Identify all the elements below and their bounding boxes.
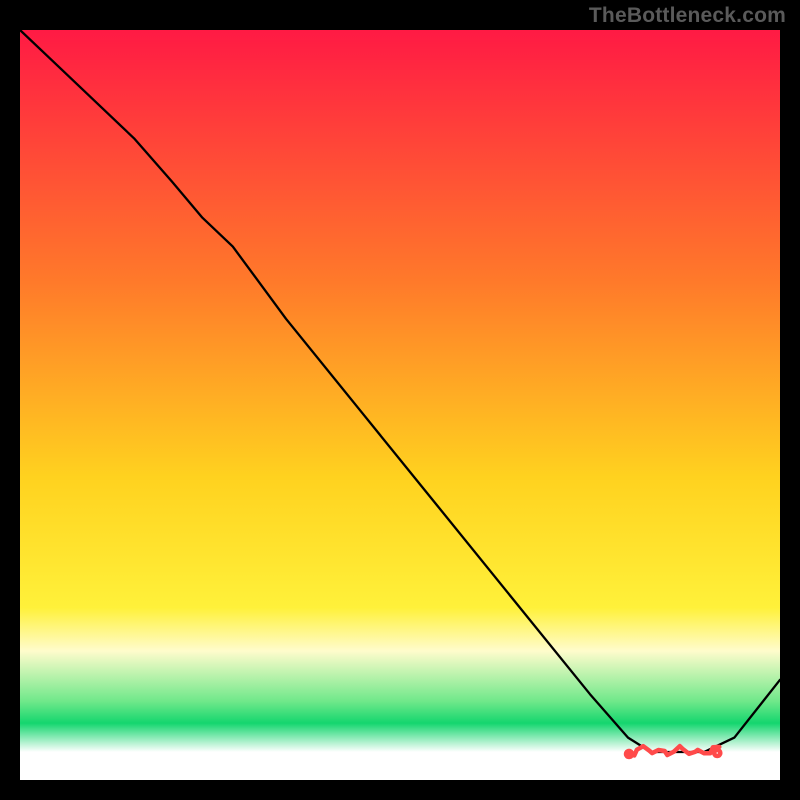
chart-plot — [20, 30, 780, 780]
watermark-text: TheBottleneck.com — [589, 4, 786, 28]
gradient-background — [20, 30, 780, 780]
chart-container: TheBottleneck.com — [0, 0, 800, 800]
